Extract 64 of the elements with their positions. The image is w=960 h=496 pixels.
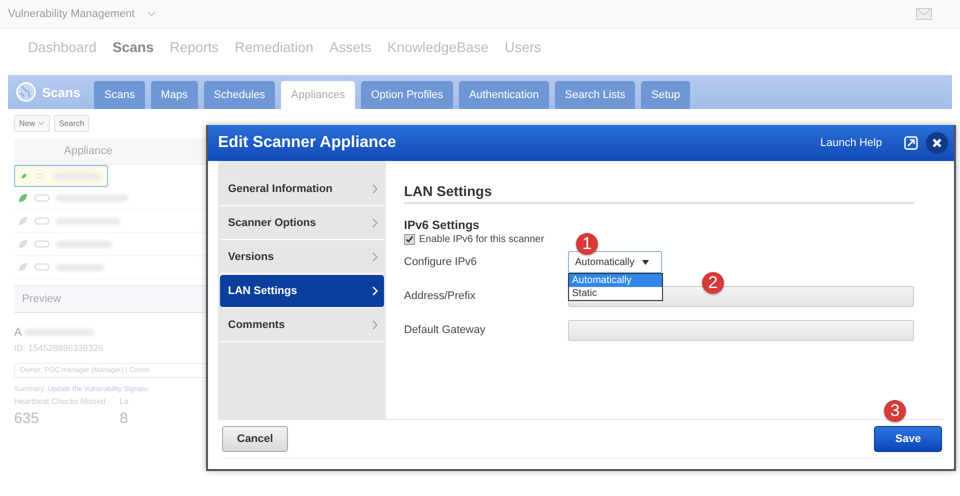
dialog-title: Edit Scanner Appliance [218, 134, 396, 152]
globe-icon [16, 82, 36, 102]
step-badge: 2 [702, 272, 724, 294]
chevron-right-icon [372, 252, 378, 262]
nav-link[interactable]: Dashboard [28, 39, 96, 55]
nav-link[interactable]: KnowledgeBase [387, 39, 489, 55]
save-button[interactable]: Save [874, 426, 942, 452]
checkbox-label: Enable IPv6 for this scanner [419, 234, 544, 245]
tab[interactable]: Setup [641, 81, 690, 109]
close-icon[interactable] [926, 132, 948, 154]
popout-icon[interactable] [904, 136, 918, 150]
field-label: Address/Prefix [404, 290, 477, 302]
chevron-down-icon [38, 121, 46, 126]
chevron-right-icon [372, 286, 378, 296]
stat-value: 8 [120, 410, 128, 427]
tab[interactable]: Option Profiles [361, 81, 454, 109]
side-nav-item[interactable]: General Information [220, 173, 384, 206]
tab[interactable]: Scans [94, 81, 145, 109]
side-nav-item[interactable]: Scanner Options [220, 207, 384, 240]
field-label: Default Gateway [404, 324, 486, 336]
step-badge: 1 [576, 233, 598, 255]
link-icon [34, 240, 50, 248]
link-icon [35, 172, 45, 180]
section-title: LAN Settings [404, 183, 914, 204]
dropdown-option[interactable]: Automatically [569, 274, 662, 287]
side-nav-item[interactable]: Versions [220, 241, 384, 274]
toolbar-button[interactable]: Search [54, 115, 90, 132]
preview-title: Preview [22, 293, 62, 305]
product-title[interactable]: Vulnerability Management [8, 8, 135, 20]
tab[interactable]: Appliances [281, 81, 355, 109]
link-icon [34, 263, 50, 271]
nav-link[interactable]: Remediation [234, 39, 314, 55]
mail-icon[interactable] [916, 8, 932, 20]
chevron-right-icon [372, 320, 378, 330]
module-title: Scans [42, 84, 80, 100]
tab[interactable]: Search Lists [554, 81, 636, 109]
help-link[interactable]: Launch Help [820, 137, 882, 149]
cancel-button[interactable]: Cancel [222, 426, 288, 452]
step-badge: 3 [884, 400, 906, 422]
appliance-name: A [14, 325, 22, 339]
dropdown-arrow-icon [642, 260, 650, 264]
chevron-right-icon [372, 184, 378, 194]
input-field[interactable] [568, 320, 914, 340]
dropdown-option[interactable]: Static [569, 287, 662, 300]
stat-value: 635 [14, 410, 40, 427]
chevron-right-icon [372, 218, 378, 228]
field-label: Configure IPv6 [404, 256, 478, 268]
table-row[interactable] [14, 165, 108, 187]
side-nav-item[interactable]: Comments [220, 309, 384, 342]
chevron-down-icon[interactable] [146, 11, 156, 17]
tab[interactable]: Authentication [459, 81, 549, 109]
subsection-title: IPv6 Settings [404, 218, 480, 232]
tab[interactable]: Schedules [204, 81, 276, 109]
nav-link[interactable]: Reports [170, 39, 219, 55]
tab[interactable]: Maps [150, 81, 198, 109]
nav-link[interactable]: Scans [112, 39, 154, 55]
toolbar-button[interactable]: New [14, 115, 50, 132]
side-nav-item[interactable]: LAN Settings [220, 275, 384, 308]
link-icon [34, 194, 50, 202]
nav-link[interactable]: Users [504, 39, 542, 55]
nav-link[interactable]: Assets [329, 39, 372, 55]
column-header[interactable]: Appliance [64, 145, 112, 157]
link-icon [34, 217, 50, 225]
checkbox[interactable] [404, 234, 415, 245]
